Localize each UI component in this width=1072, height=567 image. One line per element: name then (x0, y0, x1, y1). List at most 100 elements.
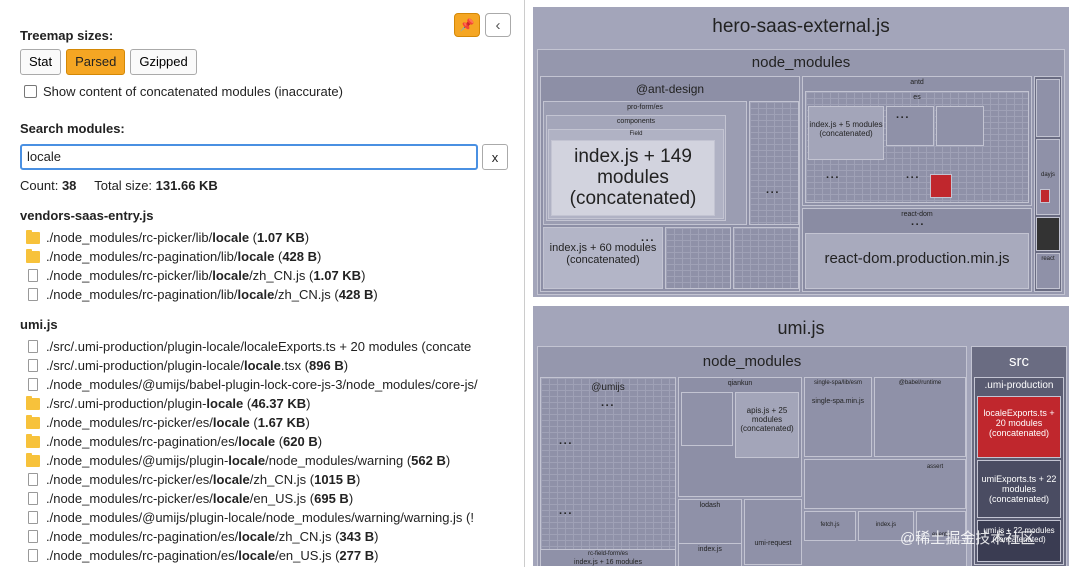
tm-fetch[interactable]: fetch.js (804, 511, 856, 541)
module-path-match: locale (228, 453, 266, 468)
tm-label: lodash (699, 502, 721, 509)
tm-label: index.js + 16 modules (574, 559, 642, 566)
tm-highlight-block[interactable] (1040, 189, 1050, 203)
tm-locale-exports[interactable]: localeExports.ts + 20 modules (concatena… (977, 396, 1061, 458)
module-row[interactable]: ./src/.umi-production/plugin-locale (46.… (26, 394, 508, 413)
module-row[interactable]: ./node_modules/rc-picker/lib/locale (1.0… (26, 228, 508, 247)
tm-label: .umi-production (984, 380, 1054, 391)
tm-block[interactable] (681, 392, 733, 446)
size-paren: ) (317, 249, 322, 264)
collapse-sidebar-button[interactable]: ‹ (485, 13, 511, 37)
module-row[interactable]: ./node_modules/rc-pagination/es/locale/z… (26, 527, 508, 546)
chunk-hero-saas-external[interactable]: hero-saas-external.js node_modules @ant-… (532, 6, 1070, 298)
module-row[interactable]: ./node_modules/rc-pagination/es/locale/e… (26, 546, 508, 565)
module-row[interactable]: ./src/.umi-production/plugin-locale/loca… (26, 337, 508, 356)
module-path: ./node_modules/rc-pagination/es/locale (… (46, 434, 322, 449)
chunk-title: hero-saas-external.js (712, 16, 890, 37)
module-row[interactable]: ./node_modules/@umijs/plugin-locale/node… (26, 451, 508, 470)
tm-field[interactable]: Field index.js + 149 modules (concatenat… (548, 129, 724, 219)
tm-highlight-block[interactable] (930, 174, 952, 198)
module-row[interactable]: ./node_modules/rc-pagination/lib/locale … (26, 247, 508, 266)
tm-ellipsis: ··· (826, 172, 840, 184)
module-row[interactable]: ./node_modules/rc-picker/lib/locale/zh_C… (26, 266, 508, 285)
tm-pro-form[interactable]: pro-form/es components Field index.js + … (543, 101, 747, 225)
tm-umijs[interactable]: @umijs ··· ··· ··· (540, 377, 676, 566)
module-path: ./node_modules/@umijs/plugin-locale/node… (46, 453, 450, 468)
tm-es[interactable]: es index.js + 5 modules (concatenated) ·… (805, 91, 1029, 203)
tm-ellipsis: ··· (906, 172, 920, 184)
tm-antd[interactable]: antd es index.js + 5 modules (concatenat… (802, 76, 1032, 206)
module-path-prefix: ./node_modules/rc-picker/lib/ (46, 230, 213, 245)
module-row[interactable]: ./node_modules/rc-picker/es/locale/zh_CN… (26, 470, 508, 489)
file-icon (28, 492, 38, 505)
module-row[interactable]: ./src/.umi-production/plugin-locale/loca… (26, 356, 508, 375)
concat-modules-option[interactable]: Show content of concatenated modules (in… (24, 84, 343, 99)
module-row[interactable]: ./node_modules/rc-pagination/lib/locale/… (26, 285, 508, 304)
tm-antd-index[interactable]: index.js + 5 modules (concatenated) (808, 106, 884, 160)
tm-index-149[interactable]: index.js + 149 modules (concatenated) (551, 140, 715, 216)
tm-label: dayjs (1040, 172, 1055, 178)
tm-umi-request[interactable]: umi-request (744, 499, 802, 565)
tm-react[interactable]: react (1036, 253, 1060, 289)
module-row[interactable]: ./node_modules/rc-pagination/es/locale (… (26, 432, 508, 451)
module-path: ./node_modules/rc-picker/es/locale (1.67… (46, 415, 310, 430)
module-path: ./node_modules/rc-pagination/es/locale/z… (46, 529, 378, 544)
tm-label: index.js + 149 modules (concatenated) (569, 146, 697, 209)
tm-react-dom[interactable]: react-dom ··· react-dom.production.min.j… (802, 208, 1032, 292)
module-row[interactable]: ./node_modules/rc-picker/es/locale (1.67… (26, 413, 508, 432)
module-row[interactable]: ./node_modules/@umijs/plugin-locale/node… (26, 508, 508, 527)
tm-block[interactable] (665, 227, 731, 289)
tm-block[interactable] (886, 106, 934, 146)
gzipped-size-button[interactable]: Gzipped (130, 49, 197, 75)
module-row[interactable]: ./node_modules/rc-picker/es/locale/en_US… (26, 489, 508, 508)
tm-block[interactable] (733, 227, 799, 289)
tm-react-dom-prod[interactable]: react-dom.production.min.js (805, 233, 1029, 289)
parsed-size-button[interactable]: Parsed (66, 49, 126, 75)
tm-block[interactable] (1036, 79, 1060, 137)
tm-qiankun[interactable]: qiankun apis.js + 25 modules (concatenat… (678, 377, 802, 497)
tm-label: localeExports.ts + 20 modules (concatena… (983, 408, 1055, 438)
module-path-prefix: ./node_modules/rc-pagination/lib/ (46, 287, 238, 302)
module-path-match: locale (212, 472, 250, 487)
search-input[interactable]: locale (20, 144, 478, 170)
module-path-match: locale (243, 358, 281, 373)
folder-icon (26, 395, 40, 410)
tm-block[interactable] (1036, 217, 1060, 251)
tm-label: es (913, 94, 921, 101)
tm-node-modules-hero[interactable]: node_modules @ant-design pro-form/es com… (537, 49, 1065, 295)
tm-label: react-dom (901, 211, 933, 218)
tm-umi-exports[interactable]: umiExports.ts + 22 modules (concatenated… (977, 460, 1061, 518)
tm-ellipsis: ··· (766, 187, 780, 199)
tm-block[interactable] (749, 101, 799, 225)
clear-search-button[interactable]: x (482, 144, 508, 170)
tm-assert[interactable]: assert (804, 459, 966, 509)
group-title-umi: umi.js (20, 317, 58, 332)
tm-index-small[interactable]: index.js (678, 543, 742, 566)
size-paren: ) (445, 453, 451, 468)
tm-label: Field (629, 131, 643, 137)
module-path-suffix: /node_modules/warning (265, 453, 404, 468)
pin-button[interactable]: 📌 (454, 13, 480, 37)
size-switcher: Stat Parsed Gzipped (20, 49, 197, 75)
tm-single-spa[interactable]: single-spa/lib/esm single-spa.min.js (804, 377, 872, 457)
tm-block[interactable] (936, 106, 984, 146)
size-paren: ) (304, 230, 310, 245)
tm-label: umi-request (754, 540, 792, 547)
module-row[interactable]: ./node_modules/@umijs/babel-plugin-lock-… (26, 375, 508, 394)
module-path: ./node_modules/rc-picker/es/locale/en_US… (46, 491, 353, 506)
tm-ant-design[interactable]: @ant-design pro-form/es components Field… (540, 76, 800, 292)
module-path-match: locale (237, 287, 275, 302)
concat-modules-checkbox[interactable] (24, 85, 37, 98)
stat-size-button[interactable]: Stat (20, 49, 62, 75)
tm-components[interactable]: components Field index.js + 149 modules … (546, 115, 726, 221)
file-icon (28, 288, 38, 301)
tm-rc-field-form[interactable]: rc-field-form/es index.js + 16 modules (540, 549, 676, 566)
tm-apis[interactable]: apis.js + 25 modules (concatenated) (735, 392, 799, 458)
tm-right-column[interactable]: dayjs react (1034, 76, 1062, 292)
tm-ellipsis: ··· (641, 235, 655, 247)
total-size-label: Total size: (94, 178, 153, 193)
file-icon (28, 511, 38, 524)
tm-babel-runtime[interactable]: @babel/runtime (874, 377, 966, 457)
tm-dayjs[interactable]: dayjs (1036, 139, 1060, 215)
module-path: ./node_modules/rc-pagination/lib/locale/… (46, 287, 378, 302)
